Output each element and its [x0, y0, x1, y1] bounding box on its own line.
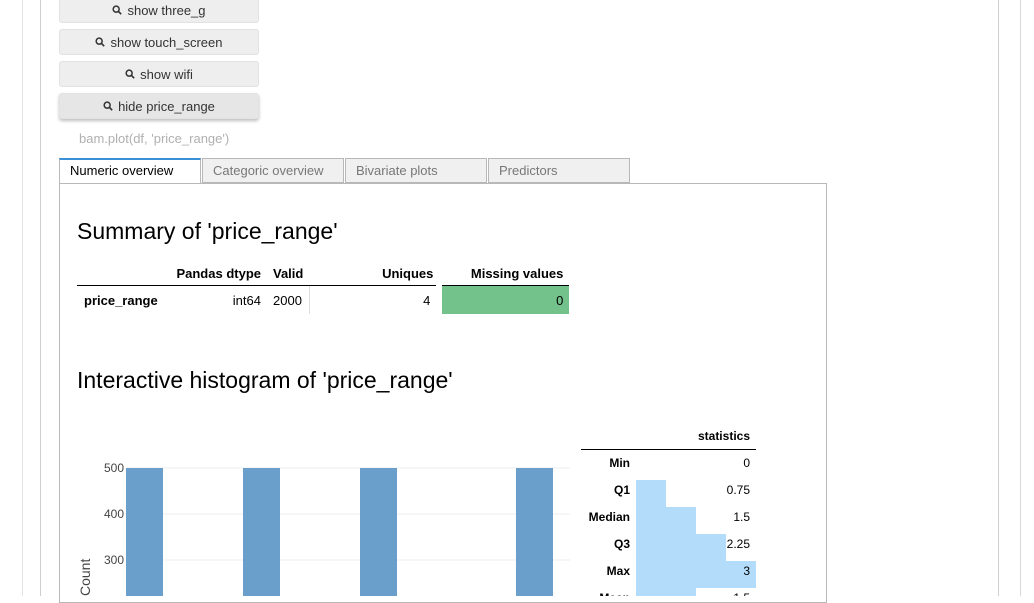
summary-table: Pandas dtype Valid Uniques Missing value… — [77, 262, 570, 314]
stat-value: 3 — [743, 564, 750, 578]
scroll-frame-border — [1020, 0, 1021, 596]
tab-categoric-overview[interactable]: Categoric overview — [202, 158, 344, 183]
header-uniques: Uniques — [309, 262, 440, 286]
summary-title: Summary of 'price_range' — [77, 218, 338, 244]
stat-value: 2.25 — [727, 537, 751, 551]
stat-label: Median — [589, 510, 630, 524]
code-line: bam.plot(df, 'price_range') — [79, 131, 230, 146]
show-three-g-button[interactable]: show three_g — [59, 0, 259, 23]
stat-label: Q3 — [614, 537, 630, 551]
histogram-title: Interactive histogram of 'price_range' — [77, 367, 453, 393]
stat-value: 0.75 — [727, 483, 751, 497]
hide-price-range-button[interactable]: hide price_range — [59, 93, 259, 119]
table-row: price_range int64 2000 4 0 — [77, 285, 570, 314]
stat-value: 0 — [743, 456, 750, 470]
button-label: show touch_screen — [110, 34, 223, 50]
button-label: show wifi — [140, 66, 193, 82]
stat-value: 1.5 — [733, 591, 750, 596]
search-icon — [112, 5, 123, 15]
stat-bar — [636, 507, 696, 534]
statistics-header: statistics — [698, 429, 750, 443]
tab-bivariate-plots[interactable]: Bivariate plots — [345, 158, 487, 183]
show-touch-screen-button[interactable]: show touch_screen — [59, 29, 259, 55]
stat-label: Max — [607, 564, 631, 578]
search-icon — [125, 69, 135, 79]
left-frame-inner — [0, 0, 23, 596]
row-label: price_range — [84, 292, 158, 308]
cell-missing: 0 — [439, 285, 570, 314]
left-frame — [0, 0, 41, 596]
statistics-table: statistics Min 0 Q1 0.75 Median 1.5 Q3 2.25 Max 3… — [581, 429, 756, 596]
show-wifi-button[interactable]: show wifi — [59, 61, 259, 87]
search-icon — [95, 37, 106, 47]
header-dtype: Pandas dtype — [169, 262, 267, 286]
search-icon — [103, 101, 113, 111]
histogram-bar[interactable] — [516, 468, 553, 596]
tab-numeric-overview[interactable]: Numeric overview — [59, 158, 201, 184]
y-tick-label: 500 — [104, 461, 124, 475]
y-tick-label: 400 — [104, 507, 124, 521]
header-missing: Missing values — [439, 262, 570, 286]
stat-bar — [636, 480, 666, 507]
button-label: hide price_range — [118, 98, 215, 114]
stat-label: Min — [609, 456, 630, 470]
button-label: show three_g — [127, 2, 206, 18]
stat-label: Mean — [599, 591, 630, 596]
y-axis-label: Count — [77, 559, 93, 596]
header-blank — [77, 262, 169, 286]
histogram-bar[interactable] — [243, 468, 280, 596]
y-tick-label: 300 — [104, 553, 124, 567]
histogram-bar[interactable] — [126, 468, 163, 596]
right-frame-border — [998, 0, 999, 596]
histogram-bar[interactable] — [360, 468, 397, 596]
stat-bar — [636, 534, 726, 561]
histogram-chart[interactable]: 300 400 500 Count — [70, 450, 570, 596]
stat-label: Q1 — [614, 483, 630, 497]
cell-uniques: 4 — [309, 285, 443, 314]
stat-bar — [636, 561, 756, 588]
stat-value: 1.5 — [733, 510, 750, 524]
cell-valid: 2000 — [267, 285, 310, 314]
cell-dtype: int64 — [232, 292, 261, 308]
header-valid: Valid — [267, 262, 310, 286]
stat-bar — [636, 588, 696, 596]
tab-predictors[interactable]: Predictors — [488, 158, 630, 183]
summary-header-row: Pandas dtype Valid Uniques Missing value… — [77, 262, 570, 286]
